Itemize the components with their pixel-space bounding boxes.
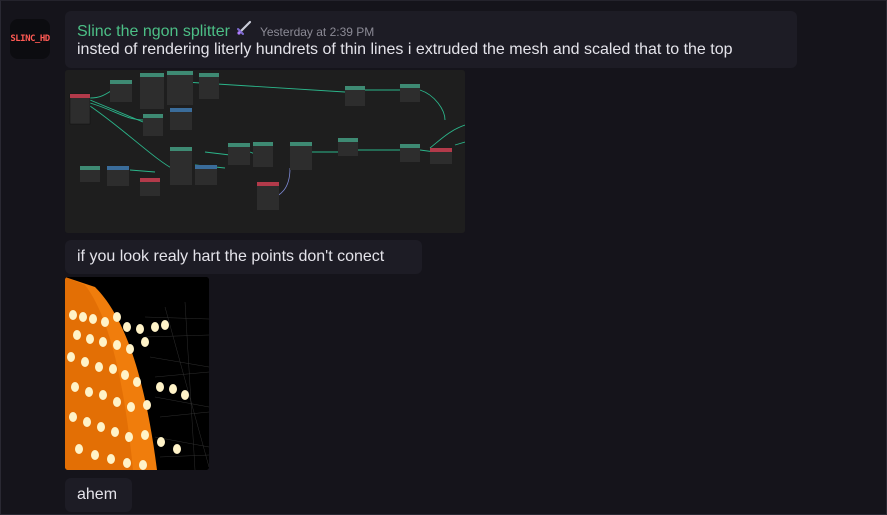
message-bubble-1: Slinc the ngon splitter Yesterday at 2:3… <box>65 11 797 68</box>
render-screenshot[interactable] <box>65 277 209 470</box>
author-name[interactable]: Slinc the ngon splitter <box>77 23 230 41</box>
message-bubble-3: ahem <box>65 478 132 512</box>
message-text-2: if you look realy hart the points don't … <box>77 248 385 265</box>
sword-icon <box>236 18 254 36</box>
message-timestamp: Yesterday at 2:39 PM <box>259 25 375 39</box>
message-text-3: ahem <box>77 486 118 503</box>
avatar-logo-text: SLINC_HD <box>10 34 50 44</box>
message-bubble-2: if you look realy hart the points don't … <box>65 240 422 274</box>
message-text-1: insted of rendering literly hundrets of … <box>77 41 733 58</box>
node-editor-screenshot[interactable] <box>65 70 465 233</box>
user-avatar[interactable]: SLINC_HD <box>10 19 50 59</box>
message-header: Slinc the ngon splitter Yesterday at 2:3… <box>77 18 374 41</box>
